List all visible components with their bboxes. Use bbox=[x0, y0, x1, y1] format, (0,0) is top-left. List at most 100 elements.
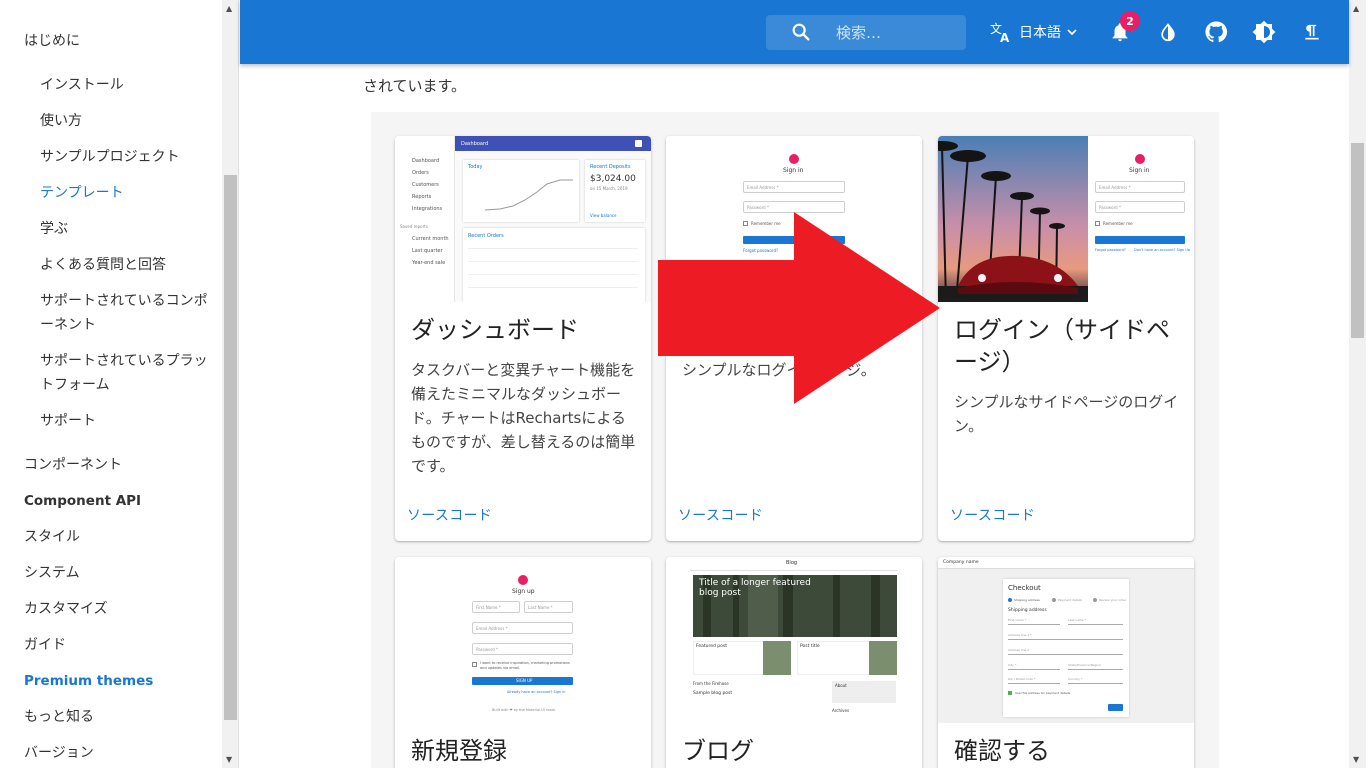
blog-thumb-post-title: Post title bbox=[800, 644, 820, 649]
scroll-down-arrow-icon[interactable]: ▼ bbox=[226, 755, 232, 764]
dashboard-thumb-nav: Reports bbox=[412, 194, 432, 200]
sign-up-thumb-last: Last Name * bbox=[524, 601, 573, 613]
checkout-thumb-field: Zip / Postal code * bbox=[1008, 677, 1036, 681]
dashboard-thumb-nav: Integrations bbox=[412, 206, 443, 212]
sign-up-thumb-first: First Name * bbox=[472, 601, 520, 613]
checkout-thumb-field: Address line 1 * bbox=[1008, 633, 1032, 637]
sidebar-item-guides[interactable]: ガイド bbox=[24, 633, 66, 657]
sidebar-item-components[interactable]: コンポーネント bbox=[24, 453, 122, 477]
sidebar-item-styles[interactable]: スタイル bbox=[24, 525, 80, 549]
sidebar-item-supported-components[interactable]: サポートされているコンポーネント bbox=[40, 289, 218, 337]
sidebar-item-discover-more[interactable]: もっと知る bbox=[24, 705, 94, 729]
sidebar-scrollbar-thumb[interactable] bbox=[224, 175, 237, 720]
checkout-thumb-field: City * bbox=[1008, 663, 1017, 667]
card-title: 確認する bbox=[954, 737, 1050, 765]
sign-in-side-thumbnail[interactable]: Sign in Email Address * Password * Remem… bbox=[938, 136, 1194, 302]
sign-up-thumb-promo: I want to receive inspiration, marketing… bbox=[480, 661, 570, 670]
card-description: タスクバーと変異チャート機能を備えたミニマルなダッシュボード。チャートはRech… bbox=[411, 361, 636, 475]
dashboard-thumbnail[interactable]: Dashboard Dashboard Orders Customers Rep… bbox=[395, 136, 651, 302]
settings-button[interactable] bbox=[1250, 18, 1278, 46]
dashboard-thumb-report: Current month bbox=[412, 236, 449, 242]
sign-in-side-thumb-password: Password * bbox=[1095, 201, 1185, 213]
checkout-thumb-company: Company name bbox=[943, 560, 979, 565]
chevron-down-icon bbox=[1067, 29, 1077, 36]
github-button[interactable] bbox=[1202, 18, 1230, 46]
page-scrollbar-thumb[interactable] bbox=[1351, 143, 1364, 338]
checkout-thumb-field: Last name * bbox=[1068, 618, 1087, 622]
sidebar-item-templates[interactable]: テンプレート bbox=[40, 181, 218, 205]
sign-in-side-thumb-button bbox=[1095, 236, 1185, 244]
brightness-icon bbox=[1252, 20, 1276, 44]
notification-badge: 2 bbox=[1120, 11, 1140, 31]
checkout-thumb-step: Payment details bbox=[1058, 598, 1083, 602]
sidebar-item-supported-platforms[interactable]: サポートされているプラットフォーム bbox=[40, 349, 218, 397]
svg-text:A: A bbox=[1000, 31, 1010, 44]
template-card-sign-up: Sign up First Name * Last Name * Email A… bbox=[395, 557, 651, 768]
sidebar-item-versions[interactable]: バージョン bbox=[24, 741, 94, 765]
dashboard-thumb-header: Dashboard bbox=[461, 141, 489, 147]
source-code-link[interactable]: ソースコード bbox=[407, 505, 492, 525]
checkout-thumb-field: First name * bbox=[1008, 618, 1027, 622]
blog-thumbnail[interactable]: Blog Title of a longer featured blog pos… bbox=[666, 557, 922, 723]
checkout-thumb-next bbox=[1108, 704, 1123, 711]
sign-in-side-thumb-remember: Remember me bbox=[1103, 221, 1133, 226]
sidebar-item-installation[interactable]: インストール bbox=[40, 73, 218, 97]
sign-up-thumb-already: Already have an account? Sign in bbox=[507, 690, 566, 694]
dashboard-thumb-report: Year-end sale bbox=[412, 260, 446, 266]
template-card-checkout: Company name Checkout Shipping address P… bbox=[938, 557, 1194, 768]
dashboard-thumb-amount: $3,024.00 bbox=[590, 174, 636, 184]
checkout-thumb-save: Use this address for payment details bbox=[1015, 691, 1071, 695]
source-code-link[interactable]: ソースコード bbox=[950, 505, 1035, 525]
toggle-theme-button[interactable] bbox=[1154, 18, 1182, 46]
sign-in-thumb-title: Sign in bbox=[783, 167, 804, 174]
red-arrow-annotation bbox=[658, 212, 940, 404]
sign-in-side-thumb-signup: Don't have an account? Sign Up bbox=[1134, 248, 1191, 252]
sidebar-scrollbar[interactable]: ▲ ▼ bbox=[222, 0, 238, 768]
text-direction-button[interactable] bbox=[1298, 18, 1326, 46]
checkout-thumb-step: Review your order bbox=[1099, 598, 1127, 602]
app-bar: 文 A 日本語 2 bbox=[240, 0, 1349, 64]
sidebar-item-getting-started[interactable]: はじめに bbox=[24, 29, 80, 53]
page-scroll-down-icon[interactable]: ▼ bbox=[1353, 755, 1359, 764]
card-description: シンプルなサイドページのログイン。 bbox=[954, 393, 1179, 435]
search-box[interactable] bbox=[766, 15, 966, 50]
sidebar-item-learn[interactable]: 学ぶ bbox=[40, 217, 218, 241]
source-code-link[interactable]: ソースコード bbox=[678, 505, 763, 525]
blog-thumb-archives: Archives bbox=[832, 708, 850, 713]
dashboard-thumb-saved: Saved reports bbox=[400, 224, 428, 229]
language-menu-button[interactable]: 文 A 日本語 bbox=[989, 19, 1079, 45]
template-card-sign-in-side: Sign in Email Address * Password * Remem… bbox=[938, 136, 1194, 541]
dashboard-thumb-nav: Orders bbox=[412, 170, 429, 176]
checkout-thumbnail[interactable]: Company name Checkout Shipping address P… bbox=[938, 557, 1194, 723]
scroll-up-arrow-icon[interactable]: ▲ bbox=[226, 4, 232, 13]
sidebar-item-component-api[interactable]: Component API bbox=[24, 489, 141, 513]
sign-up-thumb-footer: Built with ❤ by the Material-UI team. bbox=[492, 708, 557, 712]
dashboard-thumb-deposits: Recent Deposits bbox=[590, 164, 631, 170]
dashboard-thumb-nav: Dashboard bbox=[412, 158, 440, 164]
sidebar-item-premium-themes[interactable]: Premium themes bbox=[24, 669, 153, 693]
checkout-thumb-title: Checkout bbox=[1008, 584, 1041, 592]
blog-thumb-sample: Sample blog post bbox=[693, 691, 733, 696]
dashboard-thumb-report: Last quarter bbox=[412, 248, 443, 254]
sidebar-item-example-projects[interactable]: サンプルプロジェクト bbox=[40, 145, 218, 169]
sign-in-side-thumb-title: Sign in bbox=[1129, 167, 1150, 174]
page-scroll-up-icon[interactable]: ▲ bbox=[1353, 4, 1359, 13]
sidebar-item-usage[interactable]: 使い方 bbox=[40, 109, 218, 133]
dashboard-thumb-view-balance: View balance bbox=[590, 213, 617, 218]
sidebar-item-customization[interactable]: カスタマイズ bbox=[24, 597, 108, 621]
sign-in-side-thumb-forgot: Forgot password? bbox=[1095, 248, 1126, 252]
notifications-button[interactable]: 2 bbox=[1106, 11, 1140, 46]
sidebar-item-faq[interactable]: よくある質問と回答 bbox=[40, 253, 218, 277]
blog-thumb-brand: Blog bbox=[786, 560, 798, 566]
template-card-blog: Blog Title of a longer featured blog pos… bbox=[666, 557, 922, 768]
sidebar-item-system[interactable]: システム bbox=[24, 561, 80, 585]
page-scrollbar[interactable]: ▲ ▼ bbox=[1349, 0, 1366, 768]
card-title: ログイン（サイドページ） bbox=[954, 316, 1170, 376]
checkout-thumb-field: Country * bbox=[1068, 677, 1083, 681]
palm-car-photo bbox=[938, 136, 1088, 302]
sign-up-thumbnail[interactable]: Sign up First Name * Last Name * Email A… bbox=[395, 557, 651, 723]
sign-in-thumb-email: Email Address * bbox=[743, 181, 845, 193]
sidebar-item-support[interactable]: サポート bbox=[40, 409, 218, 433]
sign-up-thumb-password: Password * bbox=[472, 643, 573, 655]
search-input[interactable] bbox=[836, 19, 956, 46]
